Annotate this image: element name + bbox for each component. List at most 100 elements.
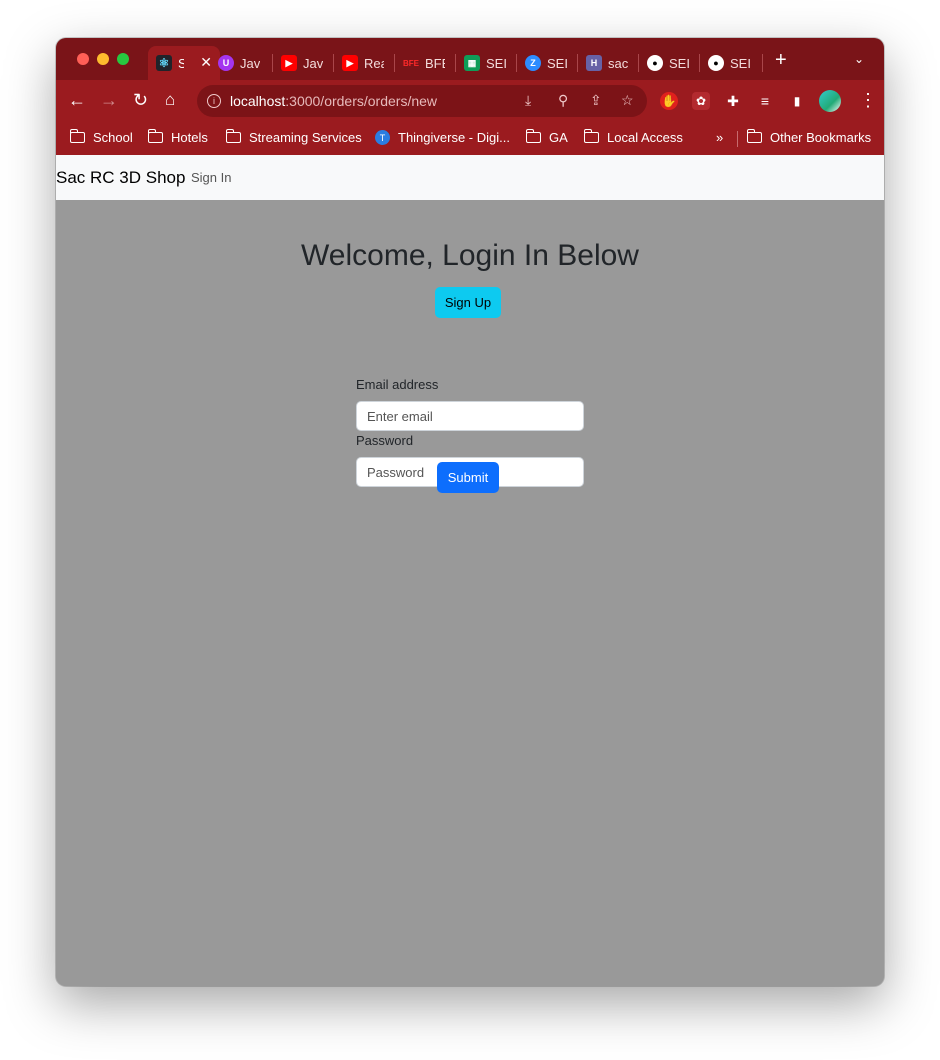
share-icon[interactable]: ⇪ [590, 92, 602, 109]
bookmark-label: Local Access [607, 130, 683, 145]
tab-title: BFE [425, 55, 445, 71]
tab-10[interactable]: ● SEI [708, 46, 760, 80]
tab-8[interactable]: H sac [586, 46, 638, 80]
tab-separator [516, 54, 517, 72]
url-path: :3000/orders/orders/new [285, 93, 438, 109]
tab-title: SEI [730, 55, 750, 71]
bookmark-label: GA [549, 130, 568, 145]
url-host: localhost [230, 93, 286, 109]
tab-separator [272, 54, 273, 72]
tab-separator [699, 54, 700, 72]
github-icon: ● [708, 55, 724, 71]
puzzle-extensions-icon[interactable]: ✚ [724, 92, 742, 110]
browser-toolbar: ← → ↻ ⌂ i localhost:3000/orders/orders/n… [56, 80, 884, 122]
bfe-icon: BFE [403, 58, 419, 68]
youtube-icon: ▶ [342, 55, 358, 71]
bookmarks-separator [737, 131, 738, 147]
bookmark-local-access[interactable]: Local Access [584, 129, 683, 145]
tab-separator [455, 54, 456, 72]
zoom-icon: Z [525, 55, 541, 71]
tab-1[interactable]: ⚛ S ✕ [148, 46, 220, 80]
bookmark-school[interactable]: School [70, 129, 133, 145]
tab-title: SEI [547, 55, 567, 71]
site-brand[interactable]: Sac RC 3D Shop [56, 168, 185, 188]
folder-icon [526, 129, 541, 143]
bookmark-streaming-services[interactable]: Streaming Services [226, 129, 362, 145]
bookmark-label: Hotels [171, 130, 208, 145]
minimize-window-button[interactable] [97, 53, 109, 65]
web-page: Sac RC 3D Shop Sign In Welcome, Login In… [56, 155, 884, 986]
tab-title: SEI [669, 55, 689, 71]
tab-separator [638, 54, 639, 72]
tab-title: Java [240, 55, 260, 71]
tab-title: Java [303, 55, 323, 71]
site-navbar: Sac RC 3D Shop Sign In [56, 155, 884, 200]
new-tab-icon[interactable]: + [775, 50, 787, 70]
tab-separator [577, 54, 578, 72]
maximize-window-button[interactable] [117, 53, 129, 65]
github-icon: ● [647, 55, 663, 71]
bookmark-star-icon[interactable]: ☆ [621, 92, 634, 109]
thingiverse-icon: T [375, 130, 390, 145]
page-title: Welcome, Login In Below [301, 239, 639, 272]
tab-strip: ⚛ S ✕ U Java ▶ Java ▶ Rea BFE BFE ▦ SEI [56, 38, 884, 80]
side-panel-icon[interactable]: ▮ [788, 92, 806, 110]
react-icon: ⚛ [156, 55, 172, 71]
submit-button[interactable]: Submit [437, 462, 499, 493]
tab-3[interactable]: ▶ Java [281, 46, 333, 80]
bookmark-thingiverse[interactable]: T Thingiverse - Digi... [375, 130, 510, 145]
bookmarks-bar: School Hotels Streaming Services T Thing… [56, 122, 884, 156]
bookmark-ga[interactable]: GA [526, 129, 568, 145]
tab-2[interactable]: U Java [218, 46, 270, 80]
profile-avatar[interactable] [819, 90, 841, 112]
folder-icon [70, 129, 85, 143]
close-window-button[interactable] [77, 53, 89, 65]
tab-6[interactable]: ▦ SEI [464, 46, 516, 80]
extension-stop-icon[interactable]: ✋ [660, 92, 678, 110]
reading-list-icon[interactable]: ≡ [756, 92, 774, 110]
other-bookmarks[interactable]: Other Bookmarks [747, 129, 872, 145]
browser-menu-icon[interactable]: ⋮ [859, 90, 877, 111]
install-icon[interactable]: ⤓ [525, 92, 531, 109]
folder-icon [747, 129, 762, 143]
tab-separator [333, 54, 334, 72]
signup-button[interactable]: Sign Up [435, 287, 501, 318]
bookmarks-overflow-icon[interactable]: » [716, 130, 723, 145]
bookmark-label: Thingiverse - Digi... [398, 130, 510, 145]
site-info-icon[interactable]: i [207, 94, 221, 108]
tab-4[interactable]: ▶ Rea [342, 46, 394, 80]
back-arrow-icon[interactable]: ← [68, 90, 86, 110]
tab-separator [394, 54, 395, 72]
tab-title: Rea [364, 55, 384, 71]
url-text[interactable]: localhost:3000/orders/orders/new [230, 93, 437, 109]
tab-7[interactable]: Z SEI [525, 46, 577, 80]
password-label: Password [356, 433, 414, 448]
email-label: Email address [356, 377, 439, 392]
tab-title: S [178, 55, 184, 71]
nav-signin-link[interactable]: Sign In [191, 170, 231, 185]
bookmark-label: School [93, 130, 133, 145]
email-field[interactable] [356, 401, 584, 431]
folder-icon [148, 129, 163, 143]
home-icon[interactable]: ⌂ [165, 90, 175, 110]
youtube-icon: ▶ [281, 55, 297, 71]
tab-title: SEI [486, 55, 506, 71]
zoom-icon[interactable]: ⚲ [558, 92, 568, 109]
extension-red-icon[interactable]: ✿ [692, 92, 710, 110]
heroku-icon: H [586, 55, 602, 71]
address-bar[interactable]: i localhost:3000/orders/orders/new ⤓ ⚲ ⇪… [197, 85, 647, 117]
sheets-icon: ▦ [464, 55, 480, 71]
forward-arrow-icon[interactable]: → [100, 90, 118, 110]
tab-title: sac [608, 55, 628, 71]
tab-search-chevron-icon[interactable]: ⌄ [854, 52, 864, 66]
bookmark-label: Streaming Services [249, 130, 362, 145]
close-tab-icon[interactable]: ✕ [200, 54, 212, 71]
tab-5[interactable]: BFE BFE [403, 46, 455, 80]
udemy-icon: U [218, 55, 234, 71]
bookmark-label: Other Bookmarks [770, 130, 872, 145]
tab-9[interactable]: ● SEI [647, 46, 699, 80]
bookmark-hotels[interactable]: Hotels [148, 129, 208, 145]
browser-window: ⚛ S ✕ U Java ▶ Java ▶ Rea BFE BFE ▦ SEI [56, 38, 884, 986]
folder-icon [584, 129, 599, 143]
reload-icon[interactable]: ↻ [133, 90, 148, 110]
